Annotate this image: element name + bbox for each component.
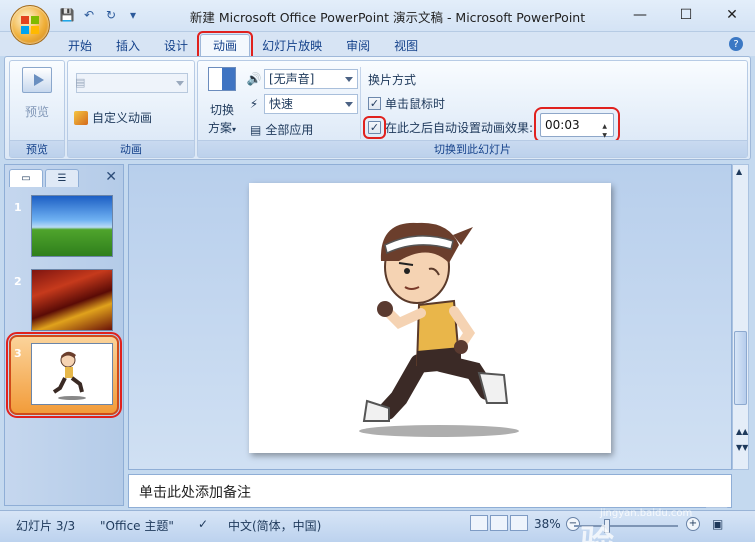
view-buttons [470, 515, 528, 531]
animation-group-label: 动画 [68, 140, 194, 157]
watermark-subtext: jingyan.baidu.com [600, 508, 693, 519]
previous-slide-icon[interactable]: ▲▲ [736, 427, 748, 436]
sound-icon: 🔊 [246, 72, 262, 86]
close-icon[interactable]: ✕ [709, 0, 755, 30]
tab-animations[interactable]: 动画 [197, 31, 254, 59]
transition-sound-select[interactable]: [无声音] [264, 69, 358, 89]
preview-icon[interactable] [22, 67, 52, 93]
close-pane-icon[interactable]: ✕ [105, 169, 117, 185]
ribbon: 预览 预览 ▤ 自定义动画 动画 切换 方案▾ 🔊 [无声音] ⚡ 快速 ▤ 全… [4, 56, 751, 160]
maximize-icon[interactable]: ☐ [663, 0, 709, 30]
auto-after-label: 在此之后自动设置动画效果: [385, 121, 534, 135]
transition-group: 切换 方案▾ 🔊 [无声音] ⚡ 快速 ▤ 全部应用 换片方式 ✓ 单击鼠标时 … [197, 60, 748, 158]
slide-thumbnail-1[interactable] [31, 195, 113, 257]
animate-combo[interactable]: ▤ [75, 73, 188, 93]
slide-number: 2 [14, 275, 22, 288]
minimize-icon[interactable]: — [617, 0, 663, 30]
slide-counter: 幻灯片 3/3 [16, 519, 76, 533]
scrollbar-thumb[interactable] [734, 331, 747, 405]
slide-sorter-view-icon[interactable] [490, 515, 508, 531]
runner-cartoon-image [359, 222, 519, 437]
office-button[interactable] [10, 5, 50, 45]
auto-after-checkbox[interactable]: ✓ [363, 116, 386, 139]
on-click-option[interactable]: ✓ 单击鼠标时 [368, 95, 445, 112]
ribbon-tab-bar: 开始 插入 设计 动画 幻灯片放映 审阅 视图 ? [0, 31, 755, 59]
transition-speed-select[interactable]: 快速 [264, 94, 358, 114]
apply-to-all-button[interactable]: ▤ 全部应用 [250, 121, 313, 138]
on-click-label: 单击鼠标时 [385, 97, 446, 111]
theme-name: "Office 主题" [100, 519, 174, 533]
custom-animation-button[interactable]: 自定义动画 [74, 109, 152, 126]
transition-scheme-button[interactable]: 切换 方案▾ [202, 67, 242, 141]
spell-check-icon[interactable]: ✓ [198, 517, 208, 531]
group-separator [360, 67, 361, 139]
notes-placeholder: 单击此处添加备注 [139, 485, 251, 501]
auto-after-time-input[interactable]: 00:03 ▲ ▼ [534, 107, 620, 143]
tab-view[interactable]: 视图 [382, 34, 430, 56]
scheme-label-line1: 切换 [209, 103, 234, 117]
auto-after-option[interactable]: ✓ 在此之后自动设置动画效果: [363, 116, 534, 139]
slides-pane: ▭ ☰ ✕ 1 2 3 [4, 164, 124, 506]
apply-all-icon: ▤ [250, 122, 262, 137]
custom-animation-icon [74, 110, 88, 125]
slide-number: 3 [14, 347, 22, 360]
watermark-text: Baidu经验 [580, 474, 730, 542]
on-click-checkbox[interactable]: ✓ [368, 97, 381, 110]
speed-value: 快速 [269, 97, 294, 111]
animation-group: ▤ 自定义动画 动画 [67, 60, 195, 158]
transition-scheme-icon [208, 67, 236, 91]
slide-thumbnail-2[interactable] [31, 269, 113, 331]
preview-group: 预览 预览 [9, 60, 65, 158]
chevron-down-icon [345, 102, 353, 107]
tab-home[interactable]: 开始 [56, 34, 104, 56]
tab-slideshow[interactable]: 幻灯片放映 [250, 34, 334, 56]
apply-all-label: 全部应用 [265, 123, 314, 137]
vertical-scrollbar[interactable]: ▲ ▲▲ ▼▼ [732, 164, 749, 470]
next-slide-icon[interactable]: ▼▼ [736, 443, 748, 452]
scroll-up-icon[interactable]: ▲ [736, 167, 742, 176]
sound-value: [无声音] [269, 72, 315, 86]
tab-design[interactable]: 设计 [152, 34, 200, 56]
title-bar: 💾 ↶ ↻ ▾ 新建 Microsoft Office PowerPoint 演… [0, 0, 755, 32]
preview-group-label: 预览 [10, 140, 64, 157]
slide-editing-area [128, 164, 732, 470]
auto-after-time-value: 00:03 [545, 118, 580, 132]
tab-insert[interactable]: 插入 [104, 34, 152, 56]
slideshow-view-icon[interactable] [510, 515, 528, 531]
zoom-level[interactable]: 38% [534, 517, 561, 531]
normal-view-icon[interactable] [470, 515, 488, 531]
outline-tab-icon[interactable]: ☰ [45, 169, 79, 187]
chevron-down-icon [345, 77, 353, 82]
speed-icon: ⚡ [249, 97, 259, 111]
slide-thumbnail-3[interactable] [31, 343, 113, 405]
help-icon[interactable]: ? [729, 37, 743, 51]
zoom-out-icon[interactable]: − [566, 517, 580, 531]
office-logo-icon [21, 16, 39, 34]
runner-thumbnail-image [52, 351, 86, 400]
chevron-down-icon [176, 81, 184, 86]
transition-group-label: 切换到此幻灯片 [198, 140, 747, 157]
slide-number: 1 [14, 201, 22, 214]
tab-review[interactable]: 审阅 [334, 34, 382, 56]
slides-tab-icon[interactable]: ▭ [9, 169, 43, 187]
preview-button-label[interactable]: 预览 [10, 103, 64, 120]
language-status[interactable]: 中文(简体，中国) [228, 517, 321, 534]
scheme-label-line2: 方案 [207, 121, 232, 135]
current-slide[interactable] [249, 183, 611, 453]
window-controls: — ☐ ✕ [617, 0, 755, 30]
advance-slide-title: 换片方式 [368, 73, 417, 87]
chevron-down-icon: ▾ [232, 125, 237, 134]
custom-animation-label: 自定义动画 [92, 111, 153, 125]
animate-icon: ▤ [75, 76, 86, 89]
